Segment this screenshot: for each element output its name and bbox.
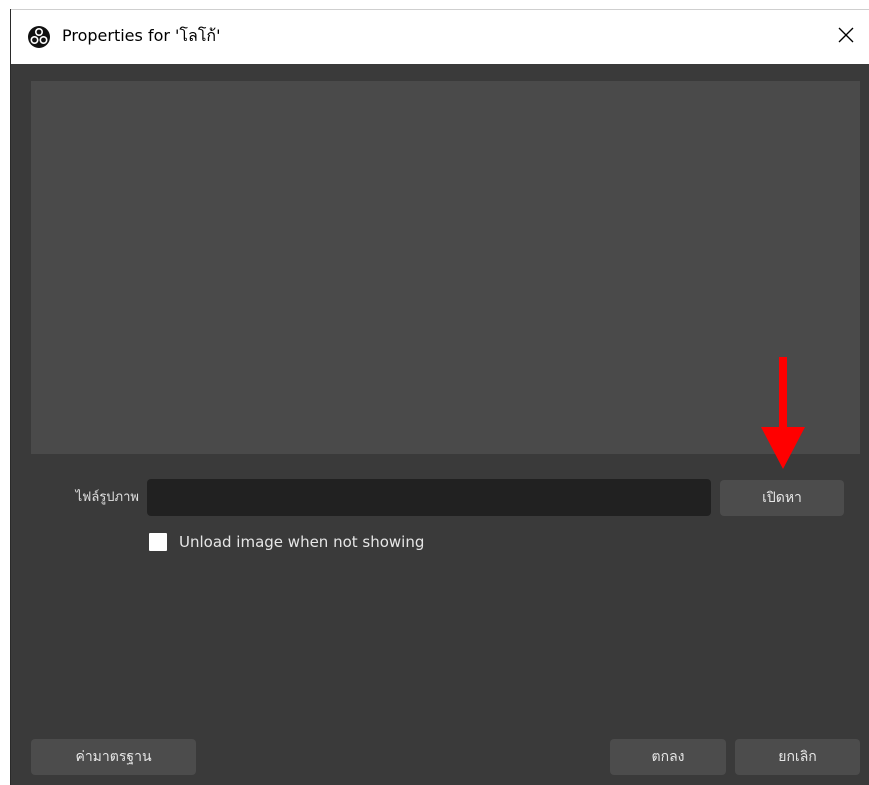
unload-image-checkbox[interactable] (149, 533, 167, 551)
defaults-button[interactable]: ค่ามาตรฐาน (31, 739, 196, 775)
title-bar: Properties for 'โลโก้' (11, 9, 869, 64)
obs-logo-icon (28, 26, 50, 48)
window-title: Properties for 'โลโก้' (62, 26, 221, 45)
close-button[interactable] (823, 10, 869, 64)
browse-button[interactable]: เปิดหา (720, 480, 844, 516)
properties-dialog: Properties for 'โลโก้' ไฟล์รูปภาพ เปิดหา… (10, 9, 869, 785)
unload-image-label: Unload image when not showing (179, 533, 425, 551)
unload-image-option[interactable]: Unload image when not showing (149, 533, 424, 551)
cancel-button[interactable]: ยกเลิก (735, 739, 860, 775)
image-file-label: ไฟล์รูปภาพ (75, 490, 139, 505)
image-preview-area (31, 81, 860, 454)
close-icon (838, 27, 854, 47)
image-file-input[interactable] (147, 479, 711, 516)
ok-button[interactable]: ตกลง (610, 739, 726, 775)
red-arrow-down-icon (761, 357, 805, 469)
